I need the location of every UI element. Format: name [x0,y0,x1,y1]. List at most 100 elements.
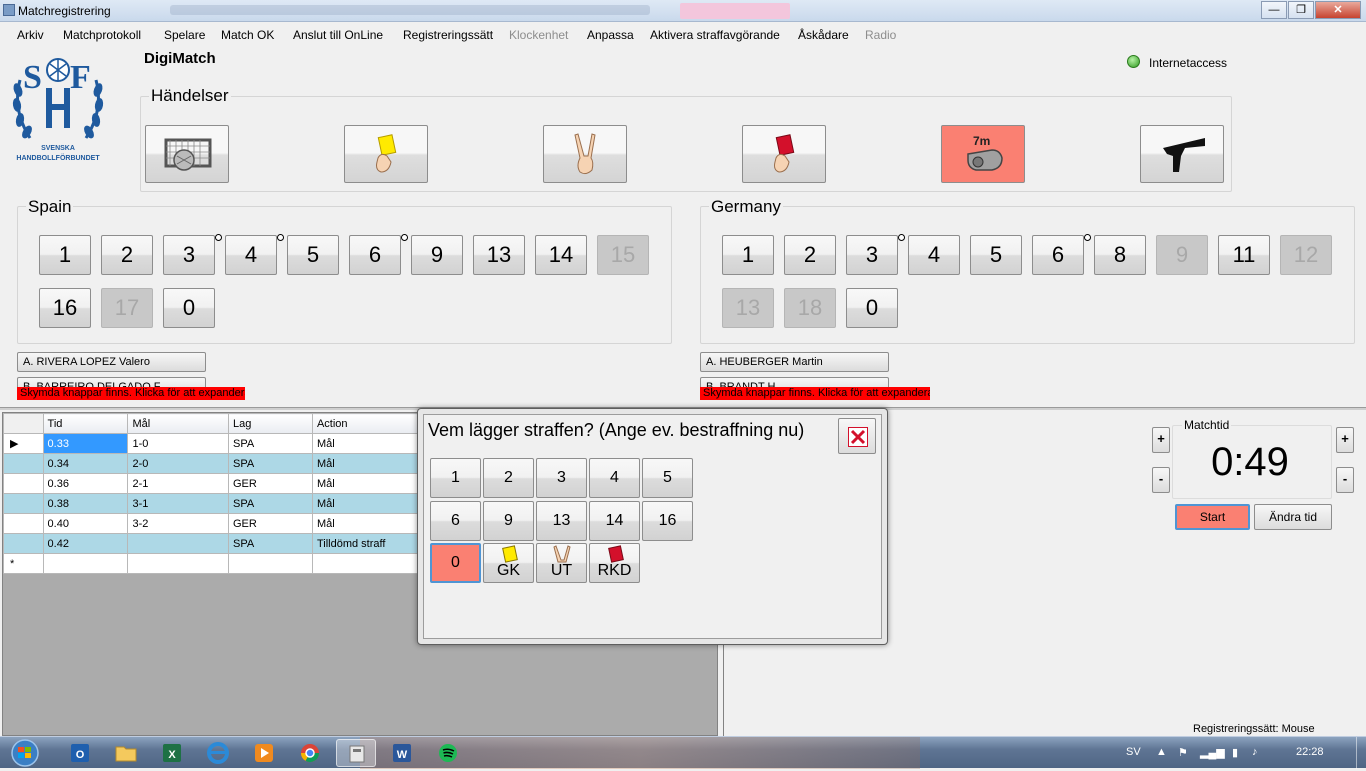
penalty-player-button[interactable]: 4 [589,458,640,498]
clock-left-minus-button[interactable]: - [1152,467,1170,493]
home-official-a-button[interactable]: A. RIVERA LOPEZ Valero [17,352,206,372]
two-minutes-button[interactable] [543,125,627,183]
show-desktop-button[interactable] [1356,737,1366,769]
home-player-button[interactable]: 14 [535,235,587,275]
change-time-button[interactable]: Ändra tid [1254,504,1332,530]
column-header-action[interactable]: Action [311,413,423,434]
away-player-button[interactable]: 6 [1032,235,1084,275]
away-player-button-disabled[interactable]: 9 [1156,235,1208,275]
cell-lag[interactable] [228,553,313,574]
clock-start-button[interactable]: Start [1175,504,1250,530]
input-language[interactable]: SV [1126,746,1141,758]
clock-right-minus-button[interactable]: - [1336,467,1354,493]
dialog-close-button[interactable] [838,418,876,454]
penalty-player-button[interactable]: 6 [430,501,481,541]
away-player-button[interactable]: 5 [970,235,1022,275]
penalty-player-button[interactable]: 1 [430,458,481,498]
away-official-a-button[interactable]: A. HEUBERGER Martin [700,352,889,372]
menu-spelare[interactable]: Spelare [164,28,205,42]
cell-tid[interactable]: 0.36 [42,473,129,494]
penalty-gk-button[interactable]: GK [483,543,534,583]
home-player-button[interactable]: 16 [39,288,91,328]
penalty-rkd-button[interactable]: RKD [589,543,640,583]
cell-action[interactable]: Tilldömd straff [311,533,423,554]
clock-right-plus-button[interactable]: + [1336,427,1354,453]
menu-klockenhet[interactable]: Klockenhet [509,28,568,42]
network-signal-icon[interactable]: ▂▄▆ [1200,746,1225,759]
menu-aktivera-straffavgorande[interactable]: Aktivera straffavgörande [650,28,780,42]
cell-mal[interactable]: 2-0 [127,453,229,474]
action-center-flag-icon[interactable]: ⚑ [1178,746,1188,759]
away-player-button-disabled[interactable]: 18 [784,288,836,328]
cell-lag[interactable]: SPA [228,453,313,474]
away-player-button-disabled[interactable]: 12 [1280,235,1332,275]
yellow-card-button[interactable] [344,125,428,183]
column-header-tid[interactable]: Tid [42,413,129,434]
menu-arkiv[interactable]: Arkiv [17,28,44,42]
cell-action[interactable]: Mål [311,493,423,514]
red-card-button[interactable] [742,125,826,183]
cell-mal[interactable]: 3-1 [127,493,229,514]
away-player-button[interactable]: 2 [784,235,836,275]
row-header[interactable] [3,493,44,514]
cell-tid[interactable]: 0.33 [42,433,129,454]
home-player-button[interactable]: 3 [163,235,215,275]
away-player-button[interactable]: 3 [846,235,898,275]
cell-mal[interactable]: 1-0 [127,433,229,454]
row-header[interactable] [3,453,44,474]
home-player-button-disabled[interactable]: 15 [597,235,649,275]
cell-tid[interactable]: 0.34 [42,453,129,474]
away-player-button[interactable]: 8 [1094,235,1146,275]
taskbar-chrome[interactable] [290,739,330,767]
cell-lag[interactable]: GER [228,513,313,534]
cell-lag[interactable]: SPA [228,533,313,554]
timeout-button[interactable] [1140,125,1224,183]
away-player-button[interactable]: 11 [1218,235,1270,275]
penalty-ut-button[interactable]: UT [536,543,587,583]
home-player-button[interactable]: 4 [225,235,277,275]
cell-lag[interactable]: GER [228,473,313,494]
home-player-button[interactable]: 6 [349,235,401,275]
close-window-button[interactable]: ✕ [1315,1,1361,19]
row-header[interactable] [3,513,44,534]
home-player-button[interactable]: 9 [411,235,463,275]
taskbar-media-player[interactable] [244,739,284,767]
home-player-button[interactable]: 5 [287,235,339,275]
cell-action[interactable] [311,553,423,574]
penalty-player-button[interactable]: 13 [536,501,587,541]
penalty-player-zero-button[interactable]: 0 [430,543,481,583]
row-selector-icon[interactable]: ▶ [3,433,44,454]
away-player-button[interactable]: 1 [722,235,774,275]
cell-tid[interactable]: 0.42 [42,533,129,554]
maximize-button[interactable]: ❐ [1288,1,1314,19]
menu-anslut-online[interactable]: Anslut till OnLine [293,28,383,42]
home-player-button[interactable]: 13 [473,235,525,275]
taskbar-explorer[interactable] [106,739,146,767]
penalty-player-button[interactable]: 2 [483,458,534,498]
cell-lag[interactable]: SPA [228,433,313,454]
penalty-player-button[interactable]: 9 [483,501,534,541]
cell-action[interactable]: Mål [311,513,423,534]
clock-left-plus-button[interactable]: + [1152,427,1170,453]
cell-lag[interactable]: SPA [228,493,313,514]
menu-askadare[interactable]: Åskådare [798,28,849,42]
cell-tid[interactable]: 0.40 [42,513,129,534]
cell-mal[interactable] [127,553,229,574]
cell-action[interactable]: Mål [311,453,423,474]
cell-action[interactable]: Mål [311,473,423,494]
penalty-player-button[interactable]: 5 [642,458,693,498]
away-player-button-disabled[interactable]: 13 [722,288,774,328]
column-header-lag[interactable]: Lag [228,413,313,434]
menu-registreringssatt[interactable]: Registreringssätt [403,28,493,42]
away-hidden-buttons-notice[interactable]: Skymda knappar finns. Klicka för att exp… [700,387,930,400]
new-row-marker[interactable]: * [3,553,44,574]
penalty-7m-button[interactable]: 7m [941,125,1025,183]
volume-icon[interactable]: ♪ [1252,746,1258,758]
home-player-button[interactable]: 0 [163,288,215,328]
home-player-button-disabled[interactable]: 17 [101,288,153,328]
battery-icon[interactable]: ▮ [1232,746,1238,759]
home-player-button[interactable]: 2 [101,235,153,275]
column-header-mal[interactable]: Mål [127,413,229,434]
penalty-player-button[interactable]: 16 [642,501,693,541]
row-header[interactable] [3,533,44,554]
